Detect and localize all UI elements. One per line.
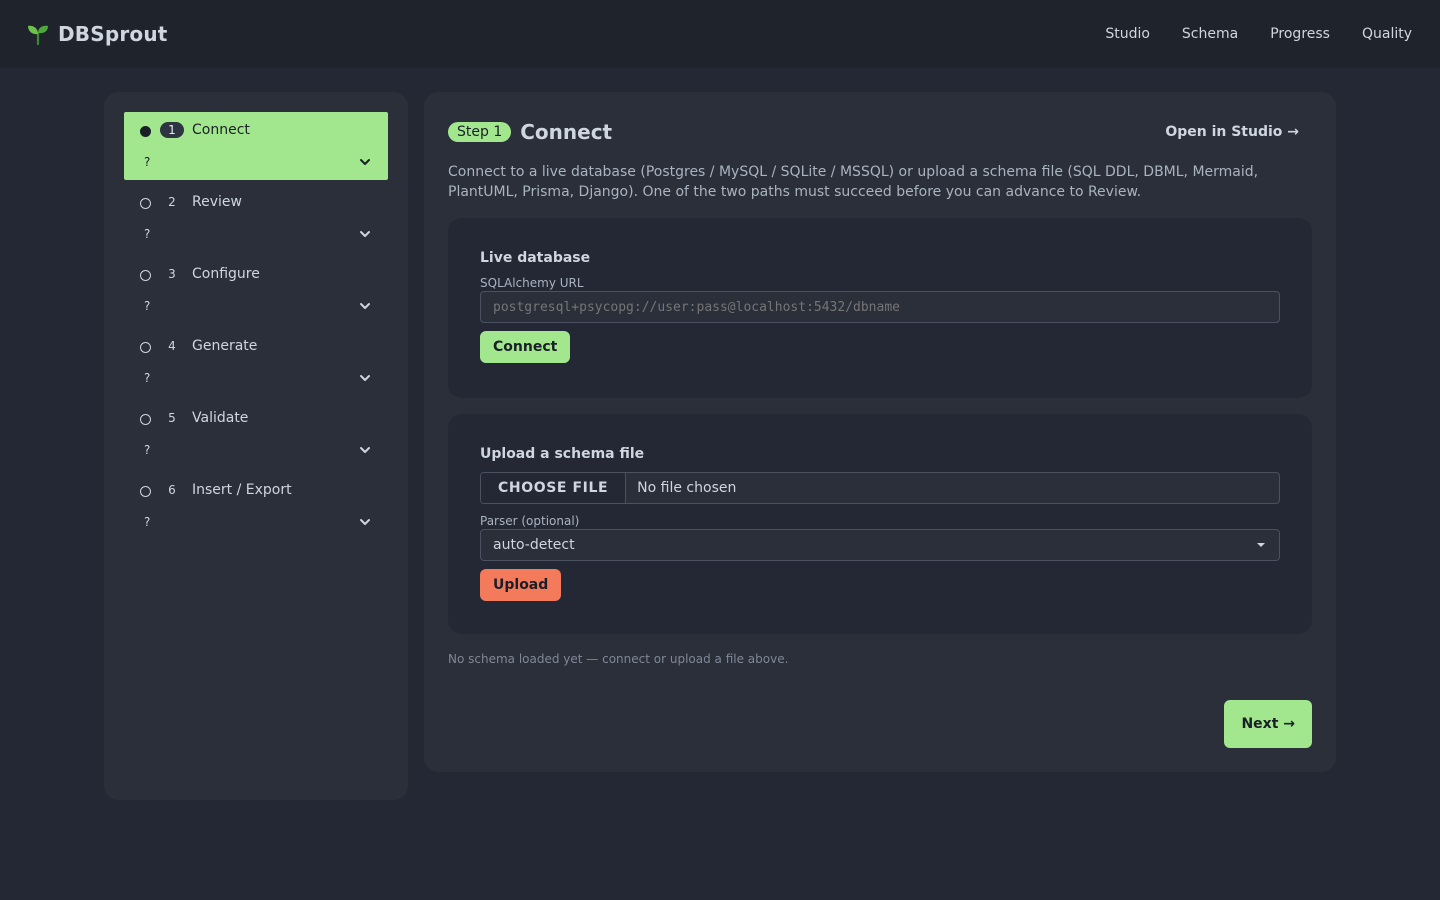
step-item-generate[interactable]: 4 Generate ? bbox=[124, 328, 388, 396]
step-radio-icon bbox=[140, 197, 151, 209]
step-item-validate[interactable]: 5 Validate ? bbox=[124, 400, 388, 468]
parser-select[interactable]: auto-detect bbox=[480, 529, 1280, 561]
nav-quality[interactable]: Quality bbox=[1362, 26, 1412, 42]
step-hint: ? bbox=[144, 443, 151, 457]
step-hint: ? bbox=[144, 299, 151, 313]
chevron-down-icon[interactable] bbox=[358, 227, 372, 241]
panel-title: Live database bbox=[480, 250, 591, 266]
step-label: Connect bbox=[192, 122, 250, 138]
chevron-down-icon[interactable] bbox=[358, 443, 372, 457]
connect-button[interactable]: Connect bbox=[480, 331, 571, 363]
step-radio-icon bbox=[140, 413, 151, 425]
step-badge: Step 1 bbox=[448, 122, 512, 142]
step-radio-icon bbox=[140, 341, 151, 353]
open-in-studio-link[interactable]: Open in Studio → bbox=[1165, 124, 1299, 140]
choose-file-button[interactable]: CHOOSE FILE bbox=[481, 473, 627, 503]
step-description: Connect to a live database (Postgres / M… bbox=[448, 164, 1259, 200]
step-label: Generate bbox=[192, 338, 258, 354]
sqlalchemy-url-input[interactable] bbox=[480, 291, 1280, 323]
step-label: Insert / Export bbox=[192, 482, 292, 498]
step-radio-icon bbox=[140, 125, 151, 137]
status-note: No schema loaded yet — connect or upload… bbox=[448, 652, 789, 666]
step-item-connect[interactable]: 1 Connect ? bbox=[124, 112, 388, 180]
step-item-review[interactable]: 2 Review ? bbox=[124, 184, 388, 252]
step-hint: ? bbox=[144, 155, 151, 169]
live-database-panel: Live database SQLAlchemy URL Connect bbox=[448, 218, 1312, 398]
step-number: 5 bbox=[168, 411, 176, 425]
step-label: Review bbox=[192, 194, 242, 210]
caret-down-icon bbox=[1257, 543, 1265, 547]
step-number: 3 bbox=[168, 267, 176, 281]
sprout-icon bbox=[28, 25, 48, 46]
step-header: Step 1 Connect Open in Studio → bbox=[448, 120, 1312, 144]
step-label: Configure bbox=[192, 266, 260, 282]
chevron-down-icon[interactable] bbox=[358, 155, 372, 169]
file-input[interactable]: CHOOSE FILE No file chosen bbox=[480, 472, 1280, 504]
top-nav: Studio Schema Progress Quality bbox=[1105, 26, 1412, 42]
nav-progress[interactable]: Progress bbox=[1270, 26, 1330, 42]
step-number: 2 bbox=[168, 195, 176, 209]
step-hint: ? bbox=[144, 371, 151, 385]
parser-selected-value: auto-detect bbox=[493, 537, 575, 553]
step-item-insert-export[interactable]: 6 Insert / Export ? bbox=[124, 472, 388, 540]
upload-button[interactable]: Upload bbox=[480, 569, 562, 601]
nav-schema[interactable]: Schema bbox=[1182, 26, 1238, 42]
page-title: Connect bbox=[520, 120, 613, 144]
chevron-down-icon[interactable] bbox=[358, 299, 372, 313]
step-number: 1 bbox=[160, 122, 184, 138]
nav-studio[interactable]: Studio bbox=[1105, 26, 1150, 42]
panel-title: Upload a schema file bbox=[480, 446, 645, 462]
step-number: 4 bbox=[168, 339, 176, 353]
next-button[interactable]: Next → bbox=[1224, 700, 1312, 748]
brand[interactable]: DBSprout bbox=[26, 22, 168, 46]
parser-label: Parser (optional) bbox=[480, 514, 580, 528]
top-bar: DBSprout Studio Schema Progress Quality bbox=[0, 0, 1440, 68]
wizard-steps-sidebar: 1 Connect ? 2 Review ? 3 Configure ? 4 G… bbox=[104, 92, 408, 800]
step-item-configure[interactable]: 3 Configure ? bbox=[124, 256, 388, 324]
step-hint: ? bbox=[144, 227, 151, 241]
chevron-down-icon[interactable] bbox=[358, 515, 372, 529]
brand-name: DBSprout bbox=[58, 22, 168, 46]
step-radio-icon bbox=[140, 485, 151, 497]
step-radio-icon bbox=[140, 269, 151, 281]
step-label: Validate bbox=[192, 410, 249, 426]
step-panel: Step 1 Connect Open in Studio → Connect … bbox=[424, 92, 1336, 772]
chevron-down-icon[interactable] bbox=[358, 371, 372, 385]
url-label: SQLAlchemy URL bbox=[480, 276, 584, 290]
upload-schema-panel: Upload a schema file CHOOSE FILE No file… bbox=[448, 414, 1312, 634]
step-hint: ? bbox=[144, 515, 151, 529]
file-status: No file chosen bbox=[637, 480, 737, 496]
step-number: 6 bbox=[168, 483, 176, 497]
